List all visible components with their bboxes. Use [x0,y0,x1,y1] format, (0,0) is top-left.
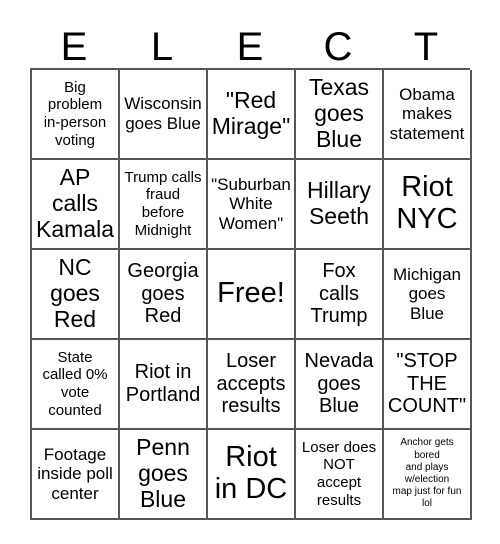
bingo-cell-r1c3[interactable]: "Red Mirage" [208,70,296,160]
bingo-cell-label: NC goes Red [50,254,100,332]
bingo-cell-label: AP calls Kamala [36,164,114,242]
bingo-cell-r4c2[interactable]: Riot in Portland [120,340,208,430]
bingo-cell-label: Trump calls fraud before Midnight [124,168,202,239]
bingo-cell-r2c1[interactable]: AP calls Kamala [32,160,120,250]
bingo-cell-label: Texas goes Blue [308,74,370,152]
bingo-cell-label: Riot in Portland [125,361,201,406]
bingo-cell-label: "STOP THE COUNT" [387,350,467,418]
bingo-cell-label: Wisconsin goes Blue [124,94,202,133]
bingo-cell-r2c5[interactable]: Riot NYC [384,160,472,250]
bingo-cell-label: "Red Mirage" [211,87,291,139]
bingo-cell-label: Free! [217,277,285,310]
bingo-cell-label: Riot in DC [214,441,288,505]
bingo-header-letter-5: T [413,25,439,69]
bingo-cell-label: "Suburban White Women" [211,174,291,233]
bingo-cell-label: Loser accepts results [216,350,286,418]
bingo-cell-label: Footage inside poll center [37,444,113,503]
bingo-cell-r2c2[interactable]: Trump calls fraud before Midnight [120,160,208,250]
bingo-grid: Big problem in-person voting Wisconsin g… [30,68,472,520]
bingo-cell-r1c1[interactable]: Big problem in-person voting [32,70,120,160]
bingo-cell-label: Penn goes Blue [136,434,190,512]
bingo-cell-r4c5[interactable]: "STOP THE COUNT" [384,340,472,430]
bingo-cell-r5c1[interactable]: Footage inside poll center [32,430,120,520]
bingo-cell-r1c2[interactable]: Wisconsin goes Blue [120,70,208,160]
bingo-cell-r1c5[interactable]: Obama makes statement [384,70,472,160]
bingo-cell-free-space[interactable]: Free! [208,250,296,340]
bingo-cell-r3c1[interactable]: NC goes Red [32,250,120,340]
bingo-cell-label: Nevada goes Blue [304,350,374,418]
bingo-cell-r4c1[interactable]: State called 0% vote counted [32,340,120,430]
bingo-cell-label: Big problem in-person voting [43,78,107,149]
bingo-cell-label: Michigan goes Blue [392,264,462,323]
bingo-card: E L E C T Big problem in-person voting W… [30,14,472,520]
bingo-cell-r2c4[interactable]: Hillary Seeth [296,160,384,250]
bingo-cell-r5c2[interactable]: Penn goes Blue [120,430,208,520]
bingo-header-letter-3: E [236,25,264,69]
bingo-cell-label: State called 0% vote counted [42,348,108,419]
bingo-cell-label: Fox calls Trump [310,260,368,328]
bingo-header-letter-4: C [323,25,353,69]
bingo-cell-r5c3[interactable]: Riot in DC [208,430,296,520]
bingo-cell-label: Loser does NOT accept results [301,438,377,509]
bingo-cell-label: Hillary Seeth [307,177,371,229]
bingo-header-letter-1: E [60,25,88,69]
bingo-cell-r5c5[interactable]: Anchor gets bored and plays w/election m… [384,430,472,520]
bingo-cell-label: Riot NYC [396,171,458,235]
bingo-cell-label: Georgia goes Red [127,260,199,328]
bingo-header-row: E L E C T [30,14,470,68]
bingo-cell-r5c4[interactable]: Loser does NOT accept results [296,430,384,520]
bingo-cell-r3c2[interactable]: Georgia goes Red [120,250,208,340]
bingo-cell-label: Obama makes statement [389,84,465,143]
bingo-cell-r3c5[interactable]: Michigan goes Blue [384,250,472,340]
bingo-cell-r2c3[interactable]: "Suburban White Women" [208,160,296,250]
bingo-cell-r3c4[interactable]: Fox calls Trump [296,250,384,340]
bingo-cell-r4c4[interactable]: Nevada goes Blue [296,340,384,430]
bingo-cell-r4c3[interactable]: Loser accepts results [208,340,296,430]
bingo-header-letter-2: L [150,25,174,69]
bingo-cell-label: Anchor gets bored and plays w/election m… [392,437,462,510]
bingo-cell-r1c4[interactable]: Texas goes Blue [296,70,384,160]
